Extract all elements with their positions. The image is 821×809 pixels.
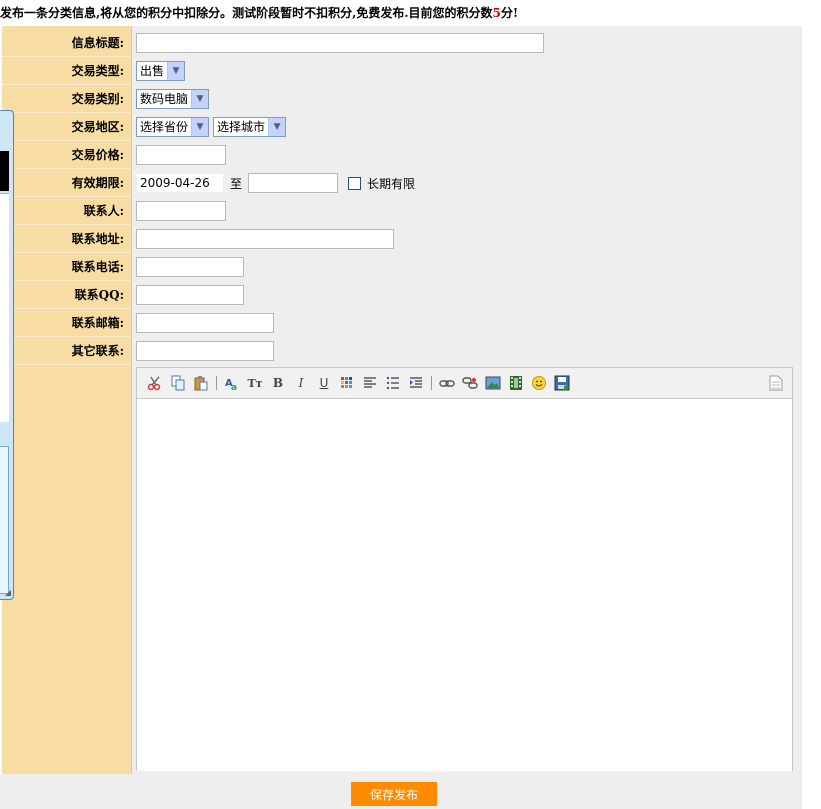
province-value: 选择省份	[140, 120, 189, 134]
row-trade-category: 交易类别: 数码电脑 ▼	[2, 85, 802, 113]
row-other-contact: 其它联系:	[2, 337, 802, 365]
label-title: 信息标题:	[71, 36, 124, 50]
label-trade-region: 交易地区:	[71, 120, 124, 134]
toolbar-separator	[216, 376, 217, 390]
valid-to-input[interactable]	[248, 173, 339, 193]
copy-icon[interactable]	[168, 373, 188, 393]
side-panel-dark-block	[0, 151, 9, 191]
trade-category-select[interactable]: 数码电脑 ▼	[136, 89, 210, 109]
bullet-list-icon[interactable]	[383, 373, 403, 393]
editor-content-area[interactable]	[137, 399, 792, 771]
editor-toolbar: Aa Tт B I U	[137, 368, 792, 399]
label-contact-email: 联系邮箱:	[71, 316, 124, 330]
font-size-icon[interactable]: Tт	[245, 373, 265, 393]
indent-icon[interactable]	[406, 373, 426, 393]
paste-icon[interactable]	[191, 373, 211, 393]
row-contact-person: 联系人:	[2, 197, 802, 225]
align-left-icon[interactable]	[360, 373, 380, 393]
price-input[interactable]	[136, 145, 226, 165]
notice-text: 发布一条分类信息,将从您的积分中扣除分。测试阶段暂时不扣积分,免费发布.目前您的…	[0, 0, 821, 26]
row-divider	[2, 364, 131, 365]
side-panel-strip	[0, 446, 9, 594]
save-icon[interactable]	[552, 373, 572, 393]
chevron-down-icon: ▼	[268, 118, 286, 136]
document-icon[interactable]	[766, 373, 786, 393]
notice-prefix: 发布一条分类信息,将从您的积分中扣除分。测试阶段暂时不扣积分,免费发布.目前您的…	[0, 6, 493, 20]
italic-icon[interactable]: I	[291, 373, 311, 393]
resize-grip-icon[interactable]: ◢	[5, 588, 11, 597]
underline-icon[interactable]: U	[314, 373, 334, 393]
notice-suffix: 分!	[500, 6, 519, 20]
label-trade-category: 交易类别:	[71, 92, 124, 106]
trade-type-value: 出售	[140, 64, 165, 78]
city-value: 选择城市	[217, 120, 266, 134]
label-contact-person: 联系人:	[83, 204, 124, 218]
city-select[interactable]: 选择城市 ▼	[213, 117, 287, 137]
contact-address-input[interactable]	[136, 229, 394, 249]
color-grid-icon[interactable]	[337, 373, 357, 393]
save-publish-button[interactable]: 保存发布	[351, 782, 437, 806]
row-trade-region: 交易地区: 选择省份 ▼ 选择城市 ▼	[2, 113, 802, 141]
contact-email-input[interactable]	[136, 313, 274, 333]
row-contact-email: 联系邮箱:	[2, 309, 802, 337]
label-trade-type: 交易类型:	[71, 64, 124, 78]
long-term-label: 长期有限	[367, 176, 416, 191]
long-term-checkbox[interactable]	[348, 176, 362, 190]
label-contact-qq: 联系QQ:	[74, 288, 124, 302]
contact-person-input[interactable]	[136, 201, 226, 221]
find-replace-icon[interactable]: Aa	[222, 373, 242, 393]
contact-phone-input[interactable]	[136, 257, 244, 277]
row-contact-qq: 联系QQ:	[2, 281, 802, 309]
other-contact-input[interactable]	[136, 341, 274, 361]
label-contact-address: 联系地址:	[71, 232, 124, 246]
chevron-down-icon: ▼	[191, 90, 209, 108]
side-panel-content	[0, 193, 9, 422]
contact-qq-input[interactable]	[136, 285, 244, 305]
title-input[interactable]	[136, 33, 544, 53]
media-icon[interactable]	[506, 373, 526, 393]
label-valid-period: 有效期限:	[71, 176, 124, 190]
trade-type-select[interactable]: 出售 ▼	[136, 61, 186, 81]
row-contact-phone: 联系电话:	[2, 253, 802, 281]
row-contact-address: 联系地址:	[2, 225, 802, 253]
image-icon[interactable]	[483, 373, 503, 393]
bold-icon[interactable]: B	[268, 373, 288, 393]
row-trade-type: 交易类型: 出售 ▼	[2, 57, 802, 85]
post-form: 信息标题: 交易类型: 出售 ▼ 交易类别: 数码电脑 ▼ 交易地区: 选择省份…	[2, 26, 802, 774]
emoticon-icon[interactable]	[529, 373, 549, 393]
label-contact-phone: 联系电话:	[71, 260, 124, 274]
points-value: 5	[492, 6, 501, 20]
row-trade-price: 交易价格:	[2, 141, 802, 169]
link-icon[interactable]	[437, 373, 457, 393]
row-valid-period: 有效期限: 至 长期有限	[2, 169, 802, 197]
label-other-contact: 其它联系:	[71, 344, 124, 358]
rich-text-editor: Aa Tт B I U	[136, 367, 793, 771]
label-trade-price: 交易价格:	[71, 148, 124, 162]
valid-to-separator: 至	[230, 176, 243, 191]
unlink-icon[interactable]	[460, 373, 480, 393]
trade-category-value: 数码电脑	[140, 92, 189, 106]
chevron-down-icon: ▼	[191, 118, 209, 136]
province-select[interactable]: 选择省份 ▼	[136, 117, 210, 137]
svg-text:a: a	[231, 383, 237, 391]
chevron-down-icon: ▼	[167, 62, 185, 80]
toolbar-separator	[431, 376, 432, 390]
valid-from-input[interactable]	[136, 173, 224, 193]
scissors-icon[interactable]	[145, 373, 165, 393]
row-title: 信息标题:	[2, 29, 802, 57]
side-panel: ◢	[0, 110, 14, 600]
